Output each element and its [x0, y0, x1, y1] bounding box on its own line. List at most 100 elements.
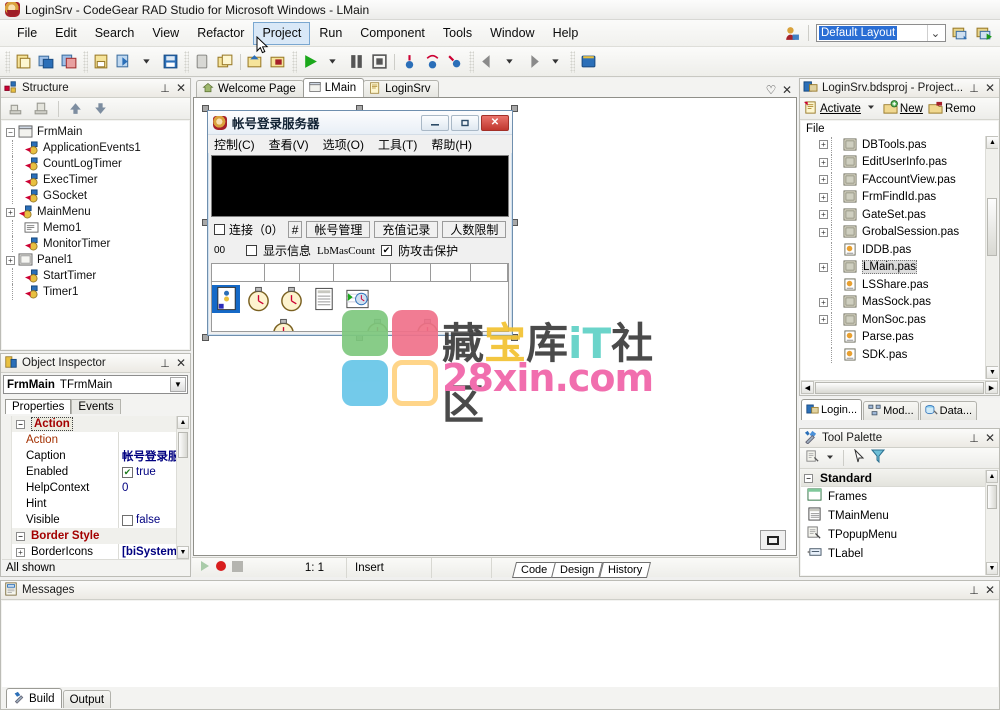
activate-button[interactable]: Activate [803, 100, 861, 118]
back-icon[interactable] [476, 50, 499, 74]
property-row-action[interactable]: Action [12, 432, 189, 448]
pin-icon[interactable]: ⊥ [159, 356, 171, 370]
close-icon[interactable]: ✕ [984, 431, 996, 445]
run-dropdown-icon[interactable] [322, 50, 345, 74]
close-button[interactable]: ✕ [481, 114, 509, 131]
expander-plus-icon[interactable]: + [819, 262, 828, 272]
pin-icon[interactable]: ⊥ [968, 81, 980, 95]
hash-button[interactable]: # [287, 221, 303, 238]
palette-category-standard[interactable]: − Standard [801, 470, 998, 487]
show-info-checkbox[interactable] [246, 245, 257, 256]
palette-dropdown-icon[interactable] [825, 452, 835, 465]
menu-edit[interactable]: Edit [46, 22, 86, 45]
move-down-icon[interactable] [89, 97, 112, 121]
checkbox-unchecked-icon[interactable] [122, 514, 133, 526]
panel1-control[interactable]: 连接（0） # 帐号管理 充值记录 人数限制 00 显示信息 LbMasCoun… [211, 219, 509, 263]
save-all-dropdown-icon[interactable] [136, 50, 159, 74]
view-tab-code[interactable]: Code [512, 561, 557, 578]
property-grid[interactable]: − Action Action Caption 帐号登录服 Enabled ✔ [2, 416, 189, 559]
tab-model-view[interactable]: Mod... [863, 401, 919, 420]
save-as-icon[interactable] [113, 50, 136, 74]
project-row-dbtools[interactable]: + DBTools.pas [801, 136, 998, 154]
project-row-edituserinfo[interactable]: + EditUserInfo.pas [801, 154, 998, 172]
project-row-monsoc[interactable]: + MonSoc.pas [801, 311, 998, 329]
expander-plus-icon[interactable]: + [6, 255, 15, 265]
remove-from-project-icon[interactable] [267, 50, 290, 74]
remove-button[interactable]: Remo [928, 100, 976, 118]
maximize-button[interactable] [451, 114, 479, 131]
component-starttimer[interactable] [364, 317, 392, 331]
move-up-icon[interactable] [64, 97, 87, 121]
record-icon[interactable] [215, 560, 227, 575]
component-gsocket[interactable] [344, 285, 372, 313]
desktop-icon[interactable] [781, 24, 801, 43]
expander-plus-icon[interactable]: + [6, 207, 15, 217]
open-icon[interactable] [35, 50, 58, 74]
tree-row-applicationevents1[interactable]: ApplicationEvents1 [2, 140, 189, 156]
layout-combo[interactable]: Default Layout ⌄ [816, 24, 946, 42]
tree-row-exectimer[interactable]: ExecTimer [2, 172, 189, 188]
stop-icon[interactable] [368, 50, 391, 74]
close-icon[interactable]: ✕ [984, 81, 996, 95]
menu-options[interactable]: 选项(O) [323, 136, 364, 153]
trace-into-icon[interactable] [398, 50, 421, 74]
expander-plus-icon[interactable]: + [819, 315, 828, 325]
collapse-all-icon[interactable] [5, 97, 28, 121]
scrollbar-thumb[interactable] [987, 485, 997, 509]
filter-icon[interactable] [870, 449, 886, 467]
menu-help[interactable]: 帮助(H) [431, 136, 472, 153]
help-icon[interactable] [577, 50, 600, 74]
property-grid-scrollbar[interactable]: ▲ ▼ [176, 416, 189, 559]
save-icon[interactable] [90, 50, 113, 74]
component-monitortimer[interactable] [270, 317, 298, 331]
project-tree-vscrollbar[interactable]: ▲ ▼ [985, 136, 998, 379]
design-form-wrapper[interactable]: 帐号登录服务器 ✕ 控制(C) 查看(V) 选项(O) 工具(T) 帮助(H) [202, 105, 518, 341]
object-selector-combo[interactable]: FrmMain TFrmMain ▼ [3, 375, 188, 394]
debug-desktop-icon[interactable] [974, 24, 994, 43]
project-row-parse[interactable]: Parse.pas [801, 329, 998, 347]
menu-refactor[interactable]: Refactor [188, 22, 253, 45]
pointer-icon[interactable] [852, 448, 866, 467]
close-icon[interactable] [191, 50, 214, 74]
pause-icon[interactable] [345, 50, 368, 74]
palette-scrollbar[interactable]: ▲ ▼ [985, 470, 998, 575]
stop-icon[interactable] [232, 560, 243, 575]
new-icon[interactable] [12, 50, 35, 74]
property-row-bordericons[interactable]: + BorderIcons [biSystemM [12, 544, 189, 559]
expander-plus-icon[interactable]: + [819, 210, 828, 220]
project-row-frmfindid[interactable]: + FrmFindId.pas [801, 189, 998, 207]
account-manage-button[interactable]: 帐号管理 [306, 221, 371, 238]
view-tab-history[interactable]: History [598, 561, 651, 578]
design-form-window[interactable]: 帐号登录服务器 ✕ 控制(C) 查看(V) 选项(O) 工具(T) 帮助(H) [207, 110, 513, 336]
new-button[interactable]: New [883, 99, 923, 118]
menu-control[interactable]: 控制(C) [214, 136, 255, 153]
tab-output[interactable]: Output [62, 690, 112, 708]
property-row-helpcontext[interactable]: HelpContext 0 [12, 480, 189, 496]
pin-icon[interactable]: ⊥ [159, 81, 171, 95]
connection-checkbox[interactable] [214, 224, 225, 235]
chevron-up-icon[interactable]: ▲ [986, 136, 998, 149]
chevron-down-icon[interactable]: ▼ [986, 562, 998, 575]
scrollbar-thumb[interactable] [815, 381, 984, 394]
form-preview-button[interactable] [760, 530, 786, 550]
component-timer1[interactable] [414, 317, 442, 331]
memo1-control[interactable] [211, 155, 509, 217]
project-row-faccountview[interactable]: + FAccountView.pas [801, 171, 998, 189]
project-row-massock[interactable]: + MasSock.pas [801, 294, 998, 312]
view-tab-design[interactable]: Design [551, 561, 604, 578]
expander-minus-icon[interactable]: − [16, 419, 25, 429]
tab-welcome-page[interactable]: Welcome Page [196, 80, 304, 97]
minimize-button[interactable] [421, 114, 449, 131]
palette-item-tlabel[interactable]: TLabel [801, 544, 998, 563]
property-row-enabled[interactable]: Enabled ✔ true [12, 464, 189, 480]
menu-view[interactable]: View [143, 22, 188, 45]
tree-row-monitortimer[interactable]: MonitorTimer [2, 236, 189, 252]
menu-tools[interactable]: 工具(T) [378, 136, 417, 153]
tab-build[interactable]: Build [6, 688, 62, 708]
menu-project[interactable]: Project [253, 21, 311, 45]
palette-item-tpopupmenu[interactable]: TPopupMenu [801, 525, 998, 544]
close-icon[interactable]: ✕ [175, 356, 187, 370]
menu-view[interactable]: 查看(V) [269, 136, 309, 153]
component-exectimer[interactable] [278, 285, 306, 313]
toolbar-grip[interactable] [184, 50, 189, 73]
